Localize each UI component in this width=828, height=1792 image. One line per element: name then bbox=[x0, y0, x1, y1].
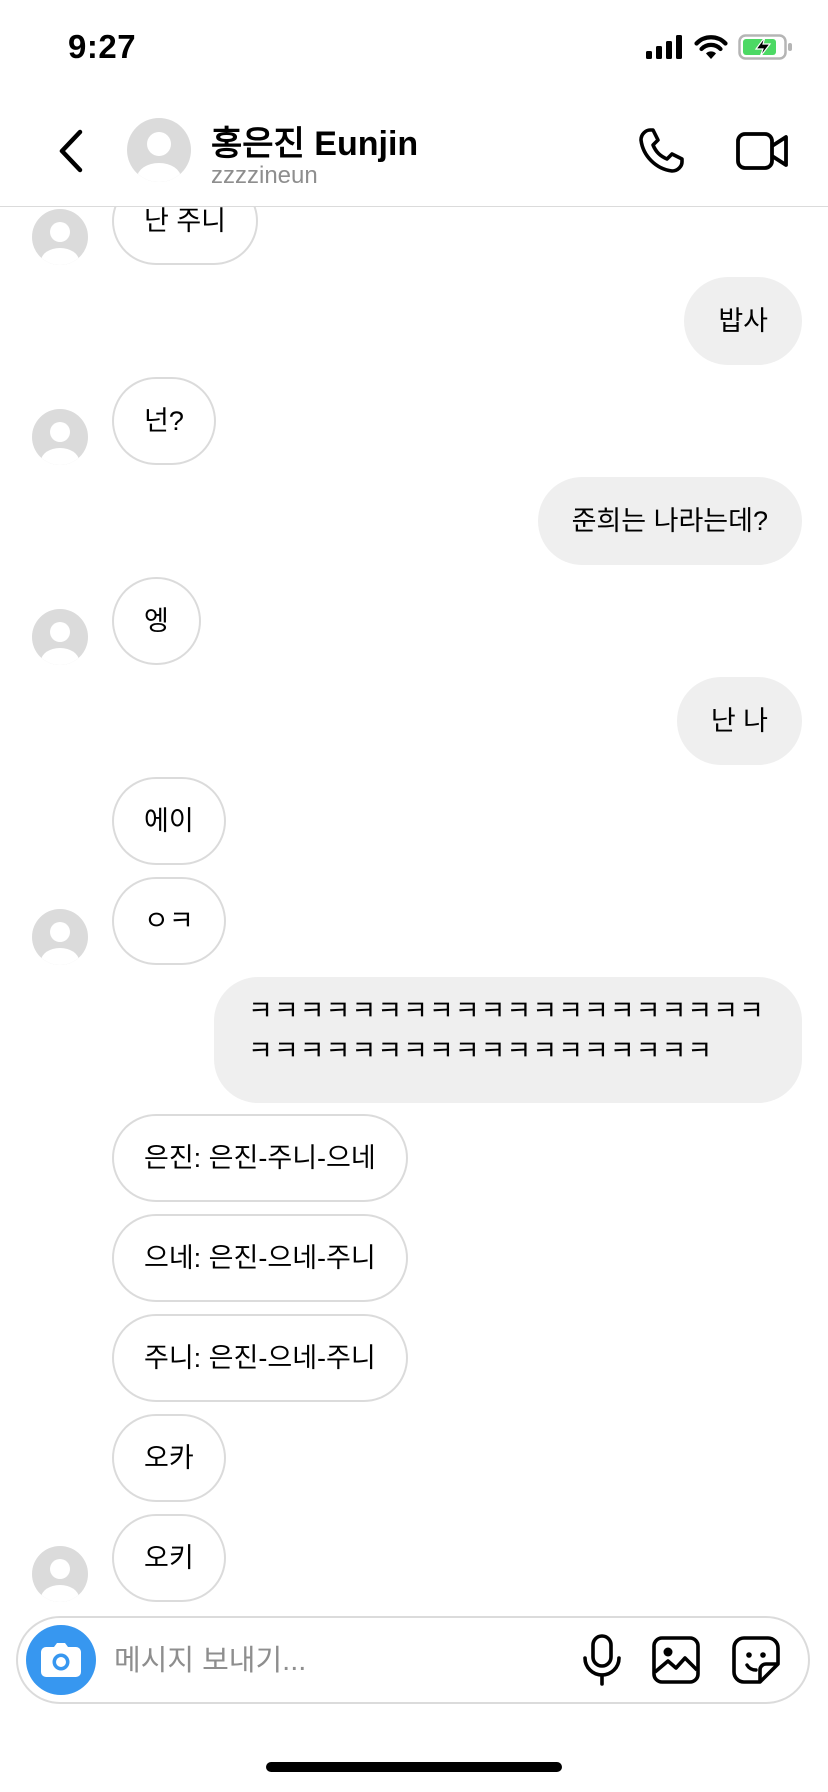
incoming-message[interactable]: 난 주니 bbox=[112, 207, 259, 265]
battery-charging-icon bbox=[738, 34, 792, 60]
incoming-message[interactable]: 엥 bbox=[112, 577, 201, 665]
home-indicator[interactable] bbox=[266, 1762, 562, 1772]
phone-call-icon[interactable] bbox=[636, 126, 686, 176]
cellular-signal-icon bbox=[646, 35, 682, 59]
message-text: ㅋㅋㅋㅋㅋㅋㅋㅋㅋㅋㅋㅋㅋㅋㅋㅋㅋㅋㅋㅋㅋㅋㅋㅋㅋㅋㅋㅋㅋㅋㅋㅋㅋㅋㅋㅋㅋㅋ bbox=[248, 996, 765, 1066]
outgoing-message[interactable]: ㅋㅋㅋㅋㅋㅋㅋㅋㅋㅋㅋㅋㅋㅋㅋㅋㅋㅋㅋㅋㅋㅋㅋㅋㅋㅋㅋㅋㅋㅋㅋㅋㅋㅋㅋㅋㅋㅋ bbox=[214, 977, 802, 1103]
message-text: 주니: 은진-으네-주니 bbox=[144, 1343, 376, 1373]
message-text: 난 나 bbox=[710, 706, 768, 736]
sender-avatar bbox=[32, 909, 88, 965]
video-call-icon[interactable] bbox=[736, 126, 788, 176]
incoming-message[interactable]: 주니: 은진-으네-주니 bbox=[112, 1314, 408, 1402]
incoming-message[interactable]: 넌? bbox=[112, 377, 216, 465]
message-text: 밥사 bbox=[718, 306, 768, 336]
incoming-message[interactable]: 오키 bbox=[112, 1514, 226, 1602]
message-text: 오키 bbox=[144, 1543, 194, 1573]
outgoing-message[interactable]: 밥사 bbox=[684, 277, 802, 365]
wifi-icon bbox=[694, 35, 728, 59]
default-avatar-icon bbox=[41, 1559, 79, 1602]
contact-name[interactable]: 홍은진 Eunjin bbox=[211, 116, 418, 165]
microphone-icon[interactable] bbox=[580, 1634, 624, 1686]
message-text: 넌? bbox=[144, 406, 184, 436]
incoming-message[interactable]: 오카 bbox=[112, 1414, 226, 1502]
message-text: 으네: 은진-으네-주니 bbox=[144, 1243, 376, 1273]
incoming-message[interactable]: 에이 bbox=[112, 777, 226, 865]
message-text: 에이 bbox=[144, 806, 194, 836]
default-avatar-icon bbox=[41, 922, 79, 965]
message-text: 엥 bbox=[144, 606, 169, 636]
status-bar: 9:27 bbox=[0, 0, 828, 96]
sticker-icon[interactable] bbox=[732, 1636, 780, 1684]
contact-username[interactable]: zzzzineun bbox=[211, 162, 318, 190]
message-input[interactable] bbox=[112, 1636, 556, 1686]
chat-header: 홍은진 Eunjin zzzzineun bbox=[0, 96, 828, 207]
message-text: 준희는 나라는데? bbox=[571, 506, 768, 536]
incoming-message[interactable]: ㅇㅋ bbox=[112, 877, 226, 965]
message-thread[interactable]: 난 주니 밥사 넌? 준희는 나라는데? 엥 난 나 에이 ㅇㅋ ㅋㅋㅋㅋㅋㅋㅋ… bbox=[0, 207, 828, 1607]
message-composer bbox=[16, 1616, 810, 1704]
incoming-message[interactable]: 은진: 은진-주니-으네 bbox=[112, 1114, 408, 1202]
sender-avatar bbox=[32, 609, 88, 665]
back-arrow-icon[interactable] bbox=[52, 126, 92, 176]
sender-avatar bbox=[32, 409, 88, 465]
incoming-message[interactable]: 으네: 은진-으네-주니 bbox=[112, 1214, 408, 1302]
default-avatar-icon bbox=[41, 622, 79, 665]
camera-icon bbox=[41, 1643, 81, 1677]
message-text: 은진: 은진-주니-으네 bbox=[144, 1143, 376, 1173]
message-text: 오카 bbox=[144, 1443, 194, 1473]
message-text: ㅇㅋ bbox=[144, 906, 194, 936]
outgoing-message[interactable]: 준희는 나라는데? bbox=[537, 477, 802, 565]
outgoing-message[interactable]: 난 나 bbox=[676, 677, 802, 765]
contact-avatar[interactable] bbox=[127, 118, 191, 182]
message-text: 난 주니 bbox=[144, 207, 227, 236]
sender-avatar bbox=[32, 209, 88, 265]
status-time: 9:27 bbox=[68, 28, 137, 65]
default-avatar-icon bbox=[137, 132, 181, 182]
status-icons bbox=[646, 34, 794, 60]
default-avatar-icon bbox=[41, 422, 79, 465]
camera-button[interactable] bbox=[26, 1625, 96, 1695]
sender-avatar bbox=[32, 1546, 88, 1602]
gallery-icon[interactable] bbox=[652, 1636, 700, 1684]
default-avatar-icon bbox=[41, 222, 79, 265]
